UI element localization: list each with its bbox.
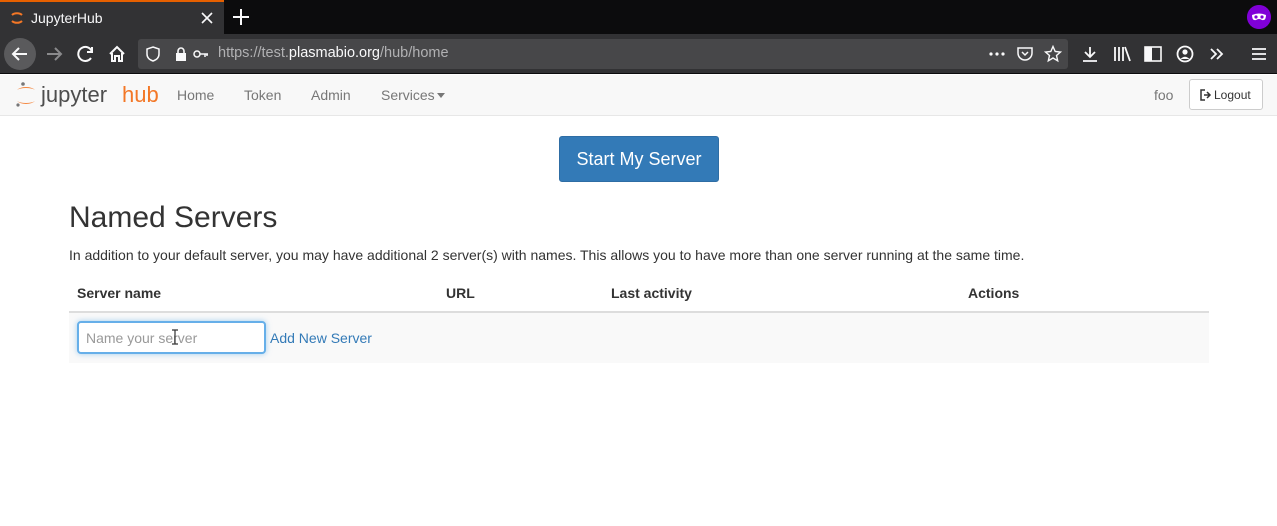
url-host: plasmabio.org — [288, 45, 380, 61]
star-icon[interactable] — [1044, 45, 1062, 63]
browser-toolbar: https://test.plasmabio.org/hub/home — [0, 34, 1277, 74]
plus-icon[interactable] — [230, 6, 252, 28]
nav-link-token[interactable]: Token — [244, 87, 281, 103]
library-icon[interactable] — [1112, 44, 1132, 64]
more-dots-icon[interactable] — [988, 45, 1006, 63]
url-path: /hub/home — [380, 45, 449, 61]
sidebar-icon[interactable] — [1143, 44, 1163, 64]
services-label: Services — [381, 87, 435, 103]
browser-tab-active[interactable]: JupyterHub — [0, 0, 224, 34]
account-icon[interactable] — [1175, 44, 1195, 64]
pocket-icon[interactable] — [1016, 45, 1034, 63]
column-header-actions: Actions — [968, 285, 1020, 301]
column-header-server-name: Server name — [77, 285, 162, 301]
sign-out-icon — [1200, 89, 1212, 101]
username: foo — [1154, 87, 1174, 103]
shield-icon[interactable] — [144, 45, 162, 63]
private-mask-icon — [1247, 5, 1271, 29]
address-bar[interactable]: https://test.plasmabio.org/hub/home — [138, 39, 1068, 69]
add-new-server-link[interactable]: Add New Server — [270, 330, 372, 346]
nav-dropdown-services[interactable]: Services — [381, 87, 445, 103]
url-prefix: https://test. — [218, 45, 289, 61]
home-icon[interactable] — [101, 38, 133, 70]
jupyterhub-navbar: jupyter hub Home Token Admin Services fo… — [0, 75, 1277, 116]
forward-arrow-icon[interactable] — [38, 38, 70, 70]
text-cursor-icon — [172, 329, 178, 345]
jupyterhub-logo[interactable]: jupyter hub — [14, 81, 164, 109]
logout-label: Logout — [1214, 88, 1251, 102]
browser-tab-title: JupyterHub — [31, 10, 103, 26]
table-row: Add New Server — [69, 313, 1209, 363]
overflow-chevron-icon[interactable] — [1207, 44, 1227, 64]
logout-button[interactable]: Logout — [1189, 79, 1263, 110]
key-icon[interactable] — [192, 45, 210, 63]
column-header-url: URL — [446, 285, 475, 301]
named-servers-description: In addition to your default server, you … — [69, 247, 1025, 263]
back-arrow-icon[interactable] — [4, 38, 36, 70]
hamburger-menu-icon[interactable] — [1249, 44, 1269, 64]
column-header-last-activity: Last activity — [611, 285, 692, 301]
logo-text-hub: hub — [122, 82, 159, 107]
close-icon[interactable] — [198, 9, 216, 27]
named-servers-heading: Named Servers — [69, 201, 278, 234]
download-icon[interactable] — [1080, 44, 1100, 64]
caret-down-icon — [437, 93, 445, 98]
browser-tab-strip: JupyterHub — [0, 0, 1277, 34]
lock-icon[interactable] — [172, 45, 190, 63]
reload-icon[interactable] — [70, 38, 102, 70]
start-my-server-button[interactable]: Start My Server — [559, 136, 719, 182]
nav-link-home[interactable]: Home — [177, 87, 214, 103]
logo-text-jupyter: jupyter — [40, 82, 107, 107]
nav-link-admin[interactable]: Admin — [311, 87, 351, 103]
url-text[interactable]: https://test.plasmabio.org/hub/home — [218, 45, 449, 61]
jupyter-favicon-icon — [11, 12, 23, 24]
